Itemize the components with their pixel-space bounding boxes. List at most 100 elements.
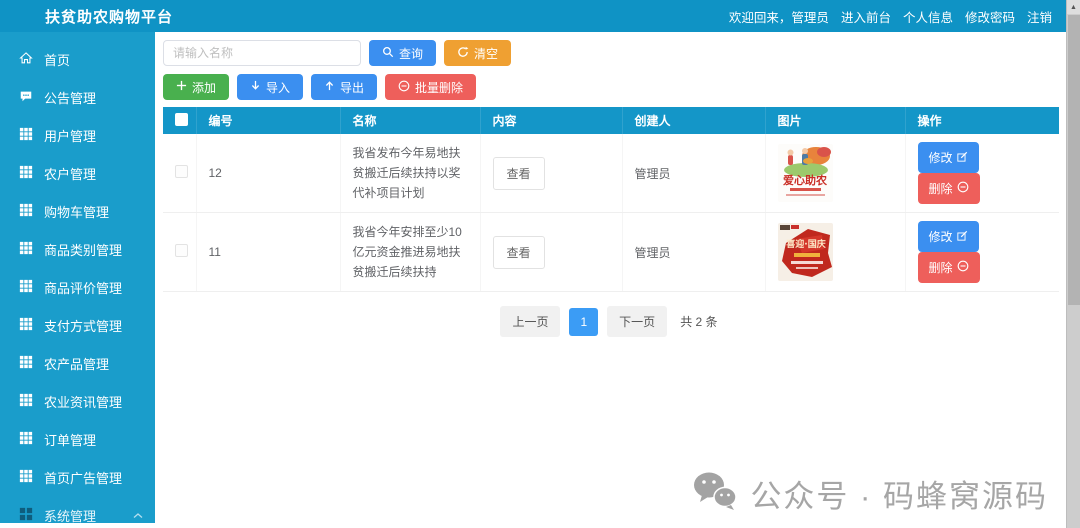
view-button[interactable]: 查看 bbox=[492, 235, 545, 269]
sidebar-item-product-reviews[interactable]: 商品评价管理 bbox=[0, 268, 155, 306]
comment-icon bbox=[19, 89, 33, 106]
edit-button-label: 修改 bbox=[928, 151, 953, 165]
total-count-label: 共 2 条 bbox=[680, 315, 718, 329]
sidebar-item-label: 用户管理 bbox=[44, 128, 97, 144]
sidebar-item-agricultural-products[interactable]: 农产品管理 bbox=[0, 344, 155, 382]
next-page-button[interactable]: 下一页 bbox=[607, 306, 668, 337]
delete-button[interactable]: 删除 bbox=[917, 173, 980, 204]
row-checkbox[interactable] bbox=[175, 244, 188, 257]
logout-link[interactable]: 注销 bbox=[1027, 7, 1052, 26]
column-header-name: 名称 bbox=[340, 107, 481, 134]
announcement-thumbnail: 爱心助农 bbox=[777, 144, 833, 202]
grid-icon bbox=[19, 203, 33, 220]
action-toolbar: 添加 导入 导出 批量删除 bbox=[163, 74, 1058, 100]
app-title: 扶贫助农购物平台 bbox=[45, 8, 174, 26]
vertical-scrollbar[interactable]: ▲ bbox=[1066, 0, 1080, 528]
row-name: 我省发布今年易地扶贫搬迁后续扶持以奖代补项目计划 bbox=[340, 134, 481, 213]
sidebar-item-label: 农户管理 bbox=[44, 166, 97, 182]
search-input[interactable] bbox=[163, 40, 361, 66]
sidebar-item-label: 商品评价管理 bbox=[44, 280, 123, 296]
select-all-checkbox[interactable] bbox=[175, 112, 188, 126]
delete-button-label: 删除 bbox=[928, 261, 953, 275]
scrollbar-up-arrow[interactable]: ▲ bbox=[1067, 0, 1080, 14]
column-header-creator: 创建人 bbox=[622, 107, 766, 134]
add-button[interactable]: 添加 bbox=[163, 74, 230, 100]
grid-icon bbox=[19, 127, 33, 144]
sidebar-item-home-ads[interactable]: 首页广告管理 bbox=[0, 458, 155, 496]
announcements-table: 编号 名称 内容 创建人 图片 操作 12 我省发布今年易地扶贫搬迁后续扶持以奖… bbox=[163, 107, 1059, 292]
import-button[interactable]: 导入 bbox=[237, 74, 304, 100]
import-button-label: 导入 bbox=[266, 80, 291, 95]
arrow-up-icon bbox=[324, 80, 335, 94]
sidebar-item-label: 公告管理 bbox=[44, 90, 97, 106]
sidebar-item-label: 系统管理 bbox=[44, 508, 97, 524]
delete-button-label: 删除 bbox=[928, 182, 953, 196]
export-button[interactable]: 导出 bbox=[311, 74, 378, 100]
sidebar-item-payment-methods[interactable]: 支付方式管理 bbox=[0, 306, 155, 344]
sidebar-item-farmers[interactable]: 农户管理 bbox=[0, 154, 155, 192]
edit-button[interactable]: 修改 bbox=[917, 142, 979, 173]
welcome-user-link[interactable]: 欢迎回来，管理员 bbox=[729, 7, 829, 26]
sidebar-item-product-categories[interactable]: 商品类别管理 bbox=[0, 230, 155, 268]
row-name: 我省今年安排至少10亿元资金推进易地扶贫搬迁后续扶持 bbox=[340, 212, 481, 292]
plus-icon bbox=[176, 80, 187, 94]
change-password-link[interactable]: 修改密码 bbox=[965, 7, 1015, 26]
sidebar: 首页 公告管理 用户管理 农户管理 购物车管理 商品类别管理 商品评价管理 支付… bbox=[0, 32, 155, 524]
chevron-up-icon bbox=[133, 508, 143, 523]
view-button[interactable]: 查看 bbox=[492, 156, 545, 190]
minus-circle-icon bbox=[957, 260, 969, 275]
admin-app: 扶贫助农购物平台 欢迎回来，管理员 进入前台 个人信息 修改密码 注销 首页 公… bbox=[0, 0, 1080, 528]
sidebar-item-home[interactable]: 首页 bbox=[0, 40, 155, 78]
sidebar-item-label: 订单管理 bbox=[44, 432, 97, 448]
refresh-icon bbox=[457, 46, 469, 61]
sidebar-item-system[interactable]: 系统管理 bbox=[0, 496, 155, 528]
grid-icon bbox=[19, 241, 33, 258]
current-page-button[interactable]: 1 bbox=[569, 307, 599, 336]
edit-button[interactable]: 修改 bbox=[917, 221, 979, 252]
main-content: 查询 清空 添加 导入 导出 批量删除 bbox=[155, 32, 1066, 528]
topbar-links: 欢迎回来，管理员 进入前台 个人信息 修改密码 注销 bbox=[729, 7, 1052, 26]
column-header-actions: 操作 bbox=[905, 107, 1059, 134]
sidebar-item-label: 首页广告管理 bbox=[44, 470, 123, 486]
svg-text:爱心助农: 爱心助农 bbox=[783, 173, 827, 187]
minus-circle-icon bbox=[957, 181, 969, 196]
table-row: 12 我省发布今年易地扶贫搬迁后续扶持以奖代补项目计划 查看 管理员 爱心助农 … bbox=[163, 134, 1059, 213]
row-id: 12 bbox=[196, 134, 341, 213]
query-button[interactable]: 查询 bbox=[369, 40, 437, 66]
svg-text:喜迎·国庆: 喜迎·国庆 bbox=[786, 238, 825, 250]
table-row: 11 我省今年安排至少10亿元资金推进易地扶贫搬迁后续扶持 查看 管理员 喜迎·… bbox=[163, 212, 1059, 292]
edit-icon bbox=[956, 230, 968, 244]
arrow-down-icon bbox=[250, 80, 261, 94]
search-toolbar: 查询 清空 bbox=[163, 40, 1058, 66]
announcement-thumbnail: 喜迎·国庆 bbox=[777, 223, 833, 281]
sidebar-item-label: 支付方式管理 bbox=[44, 318, 123, 334]
goto-frontend-link[interactable]: 进入前台 bbox=[841, 7, 891, 26]
export-button-label: 导出 bbox=[340, 80, 365, 95]
batch-delete-button[interactable]: 批量删除 bbox=[385, 74, 477, 100]
prev-page-button[interactable]: 上一页 bbox=[500, 306, 561, 337]
top-bar: 扶贫助农购物平台 欢迎回来，管理员 进入前台 个人信息 修改密码 注销 bbox=[0, 0, 1066, 32]
grid-icon bbox=[19, 393, 33, 410]
table-header-row: 编号 名称 内容 创建人 图片 操作 bbox=[163, 107, 1059, 134]
clear-button-label: 清空 bbox=[474, 46, 499, 61]
scrollbar-thumb[interactable] bbox=[1068, 15, 1080, 305]
sidebar-item-label: 首页 bbox=[44, 52, 71, 68]
column-header-picture: 图片 bbox=[765, 107, 906, 134]
minus-circle-icon bbox=[398, 80, 410, 95]
sidebar-item-orders[interactable]: 订单管理 bbox=[0, 420, 155, 458]
delete-button[interactable]: 删除 bbox=[917, 252, 980, 283]
column-header-content: 内容 bbox=[480, 107, 623, 134]
sidebar-item-announcements[interactable]: 公告管理 bbox=[0, 78, 155, 116]
grid-icon bbox=[19, 469, 33, 486]
column-header-id: 编号 bbox=[196, 107, 341, 134]
sidebar-item-users[interactable]: 用户管理 bbox=[0, 116, 155, 154]
sidebar-item-label: 农业资讯管理 bbox=[44, 394, 123, 410]
sidebar-item-cart[interactable]: 购物车管理 bbox=[0, 192, 155, 230]
sidebar-item-agricultural-news[interactable]: 农业资讯管理 bbox=[0, 382, 155, 420]
search-icon bbox=[382, 46, 394, 61]
row-checkbox[interactable] bbox=[175, 165, 188, 178]
query-button-label: 查询 bbox=[399, 46, 424, 61]
row-creator: 管理员 bbox=[622, 134, 766, 213]
clear-button[interactable]: 清空 bbox=[444, 40, 512, 66]
profile-link[interactable]: 个人信息 bbox=[903, 7, 953, 26]
